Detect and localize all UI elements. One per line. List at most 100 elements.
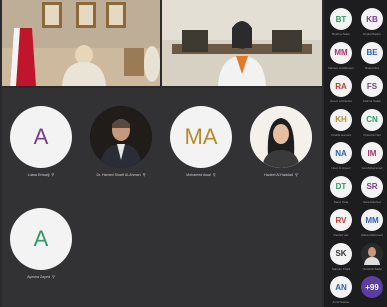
- host-video-image: [2, 0, 160, 86]
- roster-avatar: IM: [361, 142, 383, 164]
- roster-name: Amal Nasser: [332, 300, 350, 304]
- roster-avatar: AN: [330, 276, 352, 298]
- participant-name: Lulwa Enwaiji: [27, 173, 50, 177]
- participant-name-row: Dr. Hamed Sharif Al-Ahmari ⚲: [82, 172, 160, 177]
- roster-item[interactable]: BT Bushra Taleb: [326, 8, 356, 36]
- participant-tile[interactable]: A Ayesha Zayed ⚲: [2, 208, 80, 279]
- participant-name-row: Lulwa Enwaiji ⚲: [2, 172, 80, 177]
- roster-item[interactable]: Yousif Al Sada: [357, 242, 387, 271]
- roster-initials: KB: [366, 14, 378, 24]
- roster-item[interactable]: CN Chandra Nair: [357, 108, 387, 137]
- roster-initials: CN: [366, 115, 378, 124]
- roster-avatar: MM: [361, 209, 383, 231]
- meeting-stage: A Lulwa Enwaiji ⚲ Dr. Hamed Sharif Al-Ahm…: [0, 0, 387, 307]
- roster-initials: BT: [335, 14, 347, 24]
- roster-avatar: RA: [330, 75, 352, 97]
- roster-item[interactable]: MM Mariam Al Mansoor: [326, 41, 356, 70]
- mic-off-icon: ⚲: [212, 172, 216, 177]
- roster-initials: MM: [334, 48, 348, 57]
- roster-item[interactable]: DT Dana Tariq: [326, 175, 356, 204]
- roster-avatar: BT: [330, 8, 352, 30]
- roster-item[interactable]: MM Maha Mahmood: [357, 209, 387, 237]
- roster-avatar: FS: [361, 75, 383, 97]
- roster-initials: SR: [366, 182, 378, 191]
- roster-item[interactable]: IM Isa Mohammed: [357, 142, 387, 170]
- roster-avatar: CN: [361, 108, 383, 131]
- roster-name: Chandra Nair: [363, 132, 381, 137]
- avatar: [90, 106, 152, 168]
- roster-name: Mariam Al Mansoor: [328, 65, 354, 70]
- participant-name-row: Mohamed Awal ⚲: [162, 172, 240, 177]
- roster-name: Fatima Saleh: [363, 99, 381, 103]
- mic-off-icon: ⚲: [295, 172, 298, 177]
- roster-avatar: NA: [330, 142, 352, 164]
- roster-name: Reem Al Rashid: [330, 99, 352, 103]
- roster-name: Salman Khalil: [331, 266, 351, 271]
- participant-name-row: Ayesha Zayed ⚲: [2, 274, 80, 279]
- participant-tile[interactable]: Hadeel Al Haddad ⚲: [242, 106, 320, 177]
- roster-initials: KH: [335, 115, 347, 124]
- participant-name: Ayesha Zayed: [27, 275, 50, 279]
- roster-initials: RA: [335, 81, 347, 91]
- roster-avatar: RV: [330, 209, 352, 231]
- roster-avatar: SK: [330, 242, 352, 265]
- avatar-initials: A: [33, 124, 49, 149]
- mic-off-icon: ⚲: [51, 274, 55, 279]
- roster-item[interactable]: KH Khalifa Hamad: [326, 108, 356, 137]
- roster-initials: RV: [335, 215, 347, 225]
- participant-tile[interactable]: Dr. Hamed Sharif Al-Ahmari ⚲: [82, 106, 160, 177]
- speaker-video-image: [162, 0, 322, 86]
- roster-name: Maha Mahmood: [361, 233, 383, 237]
- video-feed-speaker[interactable]: [162, 0, 322, 86]
- roster-name: Batool Eid: [365, 65, 379, 70]
- avatar-initials: A: [33, 226, 49, 251]
- roster-name: Isa Mohammed: [361, 166, 383, 170]
- roster-initials: DT: [335, 182, 347, 191]
- roster-avatar: SR: [361, 175, 383, 198]
- roster-item[interactable]: SR Sara Rashed: [357, 175, 387, 204]
- roster-avatar: KH: [330, 108, 352, 131]
- roster-item[interactable]: AN Amal Nasser: [326, 276, 356, 304]
- roster-initials: MM: [365, 215, 379, 225]
- participant-tile[interactable]: MA Mohamed Awal ⚲: [162, 106, 240, 177]
- participant-name-row: Hadeel Al Haddad ⚲: [242, 172, 320, 177]
- roster-name: Dana Tariq: [333, 199, 349, 204]
- video-feed-host[interactable]: [2, 0, 160, 86]
- avatar: MA: [170, 106, 232, 168]
- mic-off-icon: ⚲: [142, 172, 146, 177]
- roster-item[interactable]: FS Fatima Saleh: [357, 75, 387, 103]
- roster-item[interactable]: +99: [357, 276, 387, 300]
- avatar: [250, 106, 312, 168]
- roster-avatar: DT: [330, 175, 352, 198]
- roster-name: Noor Al Ansari: [331, 166, 351, 170]
- roster-item[interactable]: RA Reem Al Rashid: [326, 75, 356, 103]
- roster-item[interactable]: BE Batool Eid: [357, 41, 387, 70]
- participant-name: Mohamed Awal: [186, 173, 211, 177]
- roster-name: Khalifa Hamad: [331, 132, 351, 137]
- participant-roster[interactable]: BT Bushra Taleb KB Khalid Bashir MM Mariam Al…: [324, 0, 387, 307]
- roster-initials: BE: [366, 48, 378, 57]
- roster-name: Sara Rashed: [363, 199, 381, 204]
- roster-avatar: KB: [361, 8, 383, 30]
- participant-name: Hadeel Al Haddad: [264, 173, 294, 177]
- roster-initials: AN: [335, 282, 347, 292]
- roster-item[interactable]: RV Rashid Vaz: [326, 209, 356, 237]
- avatar-initials: MA: [184, 124, 218, 149]
- avatar-photo: [90, 106, 152, 168]
- roster-name: Bushra Taleb: [332, 32, 350, 36]
- avatar-photo: [250, 106, 312, 168]
- mic-off-icon: ⚲: [51, 172, 55, 177]
- roster-avatar: [361, 242, 383, 265]
- roster-name: Khalid Bashir: [363, 32, 381, 36]
- roster-item[interactable]: NA Noor Al Ansari: [326, 142, 356, 170]
- avatar: A: [10, 106, 72, 168]
- roster-initials: NA: [335, 148, 347, 158]
- avatar: A: [10, 208, 72, 270]
- participant-tile[interactable]: A Lulwa Enwaiji ⚲: [2, 106, 80, 177]
- roster-initials: SK: [335, 249, 347, 258]
- roster-name: Rashid Vaz: [333, 233, 349, 237]
- participants-grid: A Lulwa Enwaiji ⚲ Dr. Hamed Sharif Al-Ahm…: [2, 88, 322, 307]
- roster-avatar: BE: [361, 41, 383, 64]
- roster-item[interactable]: KB Khalid Bashir: [357, 8, 387, 36]
- roster-item[interactable]: SK Salman Khalil: [326, 242, 356, 271]
